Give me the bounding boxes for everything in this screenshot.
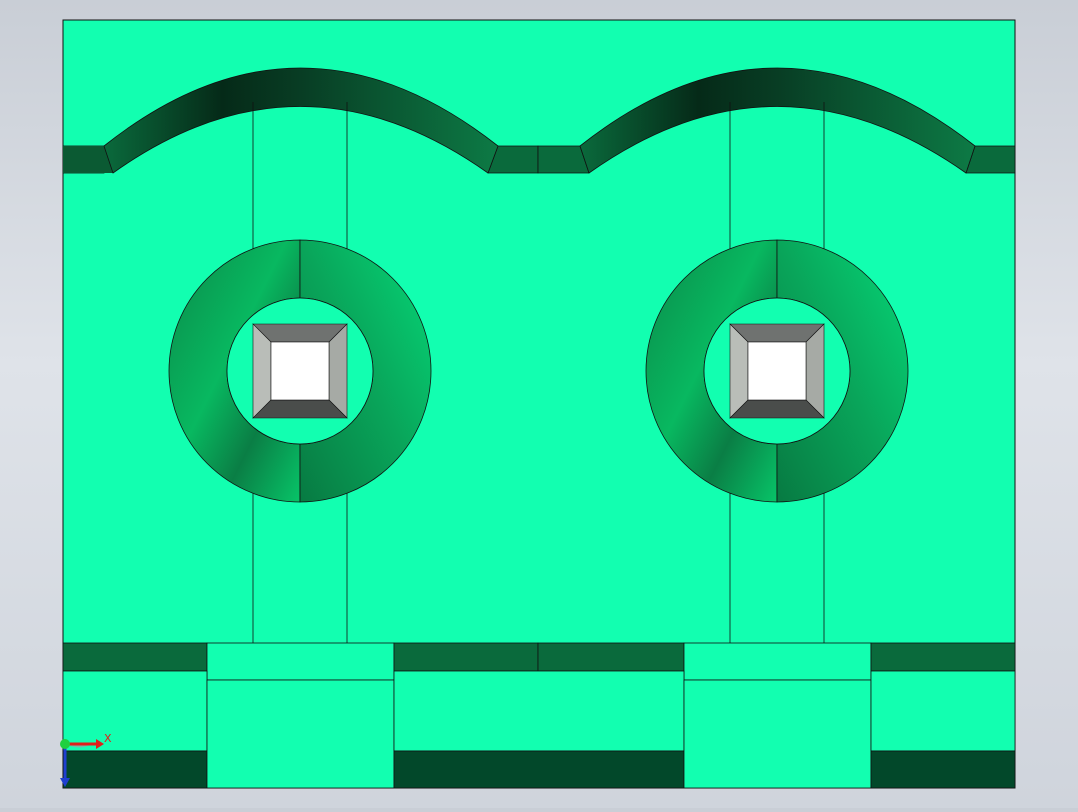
bottom-feet[interactable] bbox=[62, 670, 1016, 789]
cad-graphics-area[interactable]: X bbox=[0, 0, 1078, 808]
x-axis-label: X bbox=[104, 732, 112, 745]
origin-dot bbox=[60, 739, 70, 749]
square-hole-left[interactable] bbox=[252, 323, 348, 419]
model-view[interactable]: X bbox=[0, 0, 1078, 808]
square-hole-right[interactable] bbox=[729, 323, 825, 419]
